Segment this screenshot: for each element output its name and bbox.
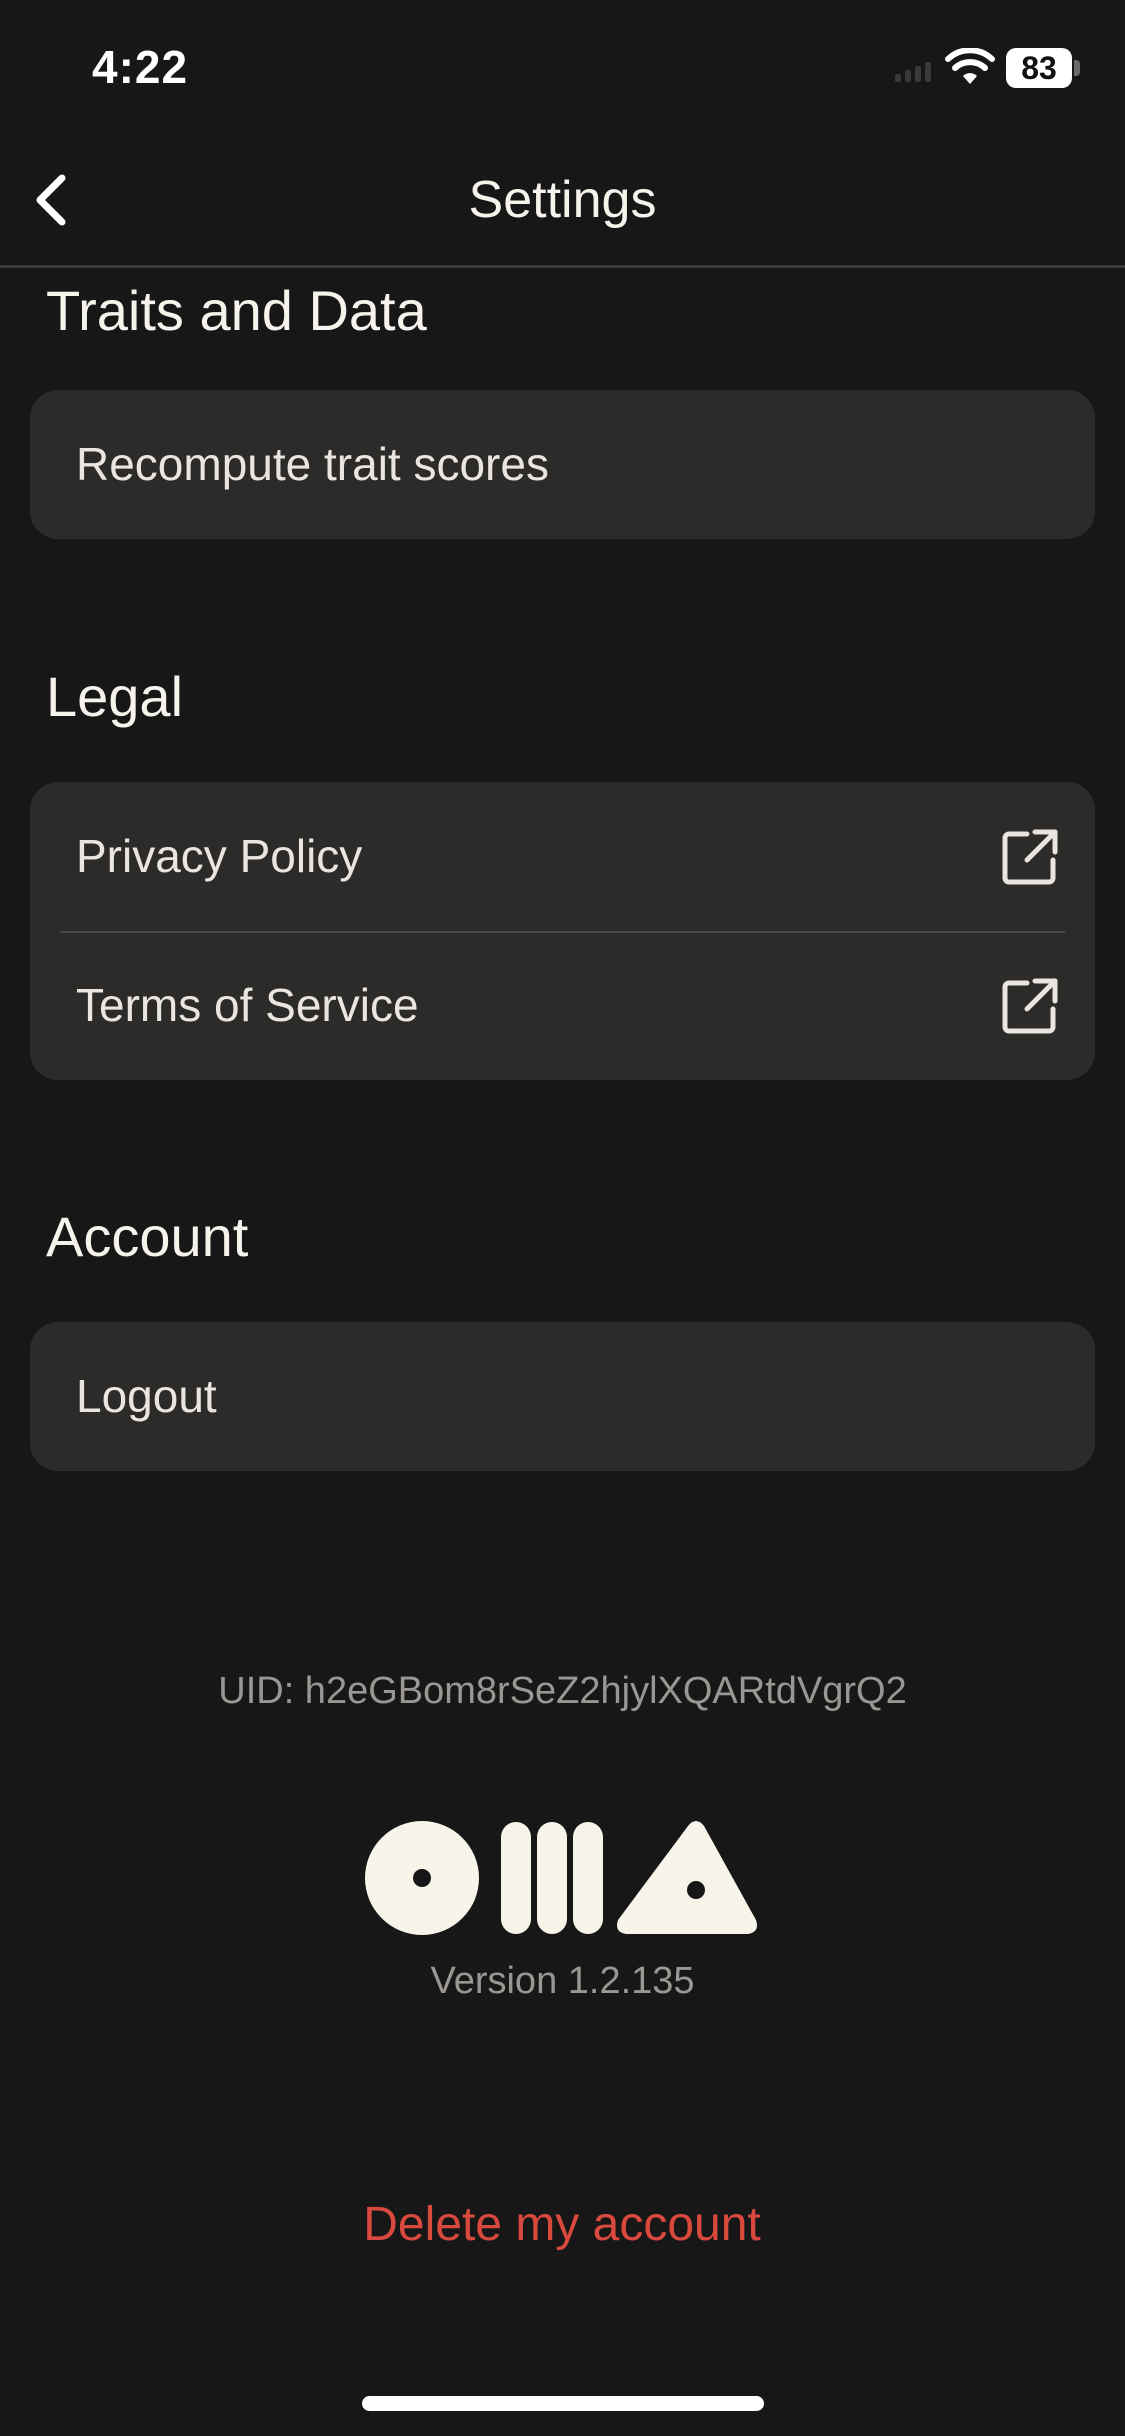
battery-icon: 83 bbox=[1006, 48, 1080, 90]
home-indicator bbox=[362, 2396, 764, 2411]
section-title-traits: Traits and Data bbox=[46, 279, 427, 342]
terms-of-service-link[interactable]: Terms of Service bbox=[30, 931, 1095, 1080]
uid-text: UID: h2eGBom8rSeZ2hjylXQARtdVgrQ2 bbox=[218, 1670, 907, 1712]
wifi-icon bbox=[945, 48, 995, 84]
account-card: Logout bbox=[30, 1322, 1095, 1471]
logout-button[interactable]: Logout bbox=[30, 1322, 1095, 1471]
row-label: Privacy Policy bbox=[76, 830, 363, 882]
battery-level: 83 bbox=[1021, 50, 1057, 86]
cellular-signal-icon bbox=[895, 62, 931, 82]
status-bar: 4:22 83 bbox=[0, 0, 1125, 140]
row-label: Logout bbox=[76, 1370, 217, 1422]
section-title-legal: Legal bbox=[46, 665, 184, 728]
external-link-icon bbox=[1002, 829, 1058, 885]
privacy-policy-link[interactable]: Privacy Policy bbox=[30, 782, 1095, 931]
oma-logo-icon bbox=[365, 1821, 757, 1935]
page-title: Settings bbox=[468, 171, 657, 229]
recompute-trait-scores-button[interactable]: Recompute trait scores bbox=[30, 390, 1095, 539]
traits-card: Recompute trait scores bbox=[30, 390, 1095, 539]
version-text: Version 1.2.135 bbox=[430, 1960, 695, 2002]
nav-bar: Settings bbox=[0, 140, 1125, 268]
delete-account-button[interactable]: Delete my account bbox=[312, 2190, 812, 2260]
status-time: 4:22 bbox=[92, 41, 189, 93]
row-label: Terms of Service bbox=[76, 979, 419, 1031]
legal-card: Privacy Policy Terms of Service bbox=[30, 782, 1095, 1080]
external-link-icon bbox=[1002, 978, 1058, 1034]
section-title-account: Account bbox=[46, 1205, 249, 1268]
row-label: Recompute trait scores bbox=[76, 438, 549, 490]
